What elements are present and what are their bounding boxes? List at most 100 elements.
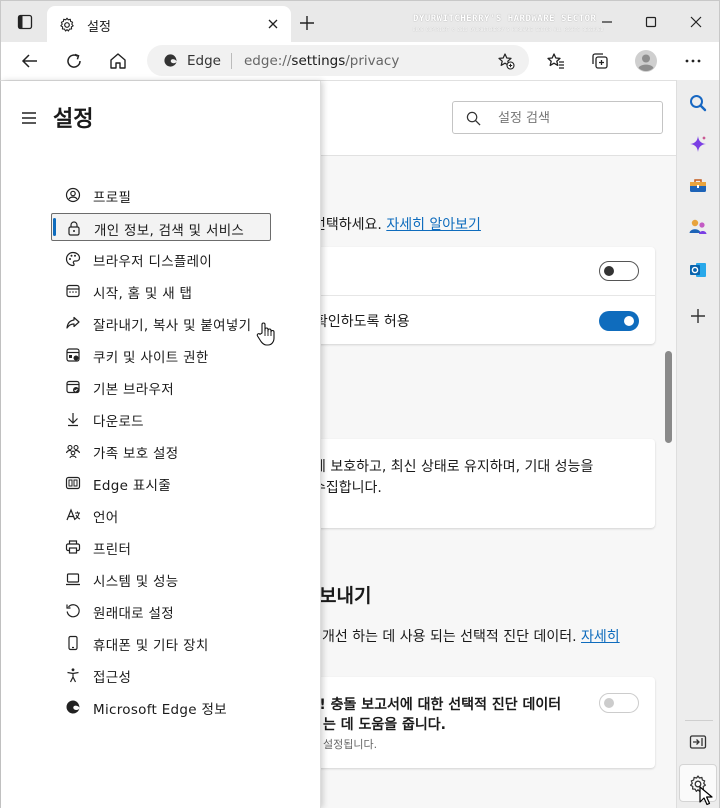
nav-item-label: 언어 [93,510,119,526]
nav-item-7[interactable]: 다운로드 [51,405,271,433]
toolbox-icon[interactable] [688,175,708,195]
nav-item-label: 접근성 [93,670,132,686]
address-separator [231,53,232,69]
url-text: edge://settings/privacy [244,53,400,69]
nav-item-3[interactable]: 시작, 홈 및 새 탭 [51,277,271,305]
maximize-icon[interactable] [642,13,660,31]
favorites-icon[interactable] [546,51,566,71]
title-bar: 설정 DYURWITCHERRY'S HARDWARE SECTOR BLOG … [0,0,720,43]
settings-search-box[interactable] [452,101,663,134]
page-scrollbar[interactable] [665,351,672,443]
discover-sparkle-icon[interactable] [688,134,708,154]
tracking-card: 확인하도록 허용 [301,247,655,344]
nav-item-label: Microsoft Edge 정보 [93,702,227,718]
close-tab-icon[interactable] [265,16,281,32]
sidebar-divider [685,720,713,721]
share-icon [66,316,80,329]
nav-item-13[interactable]: 원래대로 설정 [51,597,271,625]
nav-item-4[interactable]: 잘라내기, 복사 및 붙여넣기 [51,309,271,337]
edge-logo-icon [164,54,177,67]
people-icon[interactable] [688,217,708,237]
search-icon[interactable] [688,93,708,113]
nav-item-label: 개인 정보, 검색 및 서비스 [94,223,245,239]
refresh-icon[interactable] [64,51,84,71]
nav-item-label: 원래대로 설정 [93,606,174,622]
hide-sidebar-icon[interactable] [688,732,708,752]
collections-icon[interactable] [590,51,610,71]
tab-actions-icon[interactable] [17,14,33,30]
card3-toggle[interactable] [599,693,639,713]
minimize-icon[interactable] [598,13,616,31]
settings-search-input[interactable] [498,108,648,128]
nav-item-14[interactable]: 휴대폰 및 기타 장치 [51,629,271,657]
nav-item-label: 잘라내기, 복사 및 붙여넣기 [93,318,252,334]
nav-item-2[interactable]: 브라우저 디스플레이 [51,245,271,273]
laptop-icon [66,573,80,586]
nav-item-9[interactable]: Edge 표시줄 [51,469,271,497]
family-icon [65,444,81,459]
settings-nav-flyout: 설정 프로필개인 정보, 검색 및 서비스브라우저 디스플레이시작, 홈 및 새… [1,81,321,808]
close-window-icon[interactable] [687,13,705,31]
card1-row1-toggle[interactable] [599,261,639,281]
tab-title: 설정 [87,20,111,35]
selected-indicator [53,218,56,236]
card3-line1: !! 충돌 보고서에 대한 선택적 진단 데이터 [313,697,562,713]
optional-diagnostics-card: !! 충돌 보고서에 대한 선택적 진단 데이터 는 데 도움을 줍니다. 설정… [301,677,655,768]
phone-icon [68,635,78,651]
card1-row2-text: 확인하도록 허용 [315,314,410,330]
nav-item-16[interactable]: Microsoft Edge 정보 [51,693,271,721]
hamburger-menu-icon[interactable] [21,111,37,125]
edge-bar-icon [65,476,81,490]
nav-item-6[interactable]: 기본 브라우저 [51,373,271,401]
home-icon[interactable] [108,51,128,71]
nav-item-8[interactable]: 가족 보호 설정 [51,437,271,465]
flyout-title: 설정 [53,107,94,132]
site-label: Edge [187,53,221,69]
palette-icon [65,251,81,267]
hand-cursor-icon [256,322,275,346]
card3-line2: 는 데 도움을 줍니다. [323,717,446,733]
learn-more-link[interactable]: 자세히 알아보기 [386,217,481,233]
back-arrow-icon[interactable] [20,51,40,71]
navigation-toolbar: Edge edge://settings/privacy [0,42,720,80]
nav-item-label: Edge 표시줄 [93,478,171,494]
nav-item-label: 브라우저 디스플레이 [93,254,213,270]
language-icon [66,508,81,521]
nav-item-15[interactable]: 접근성 [51,661,271,689]
avatar[interactable] [634,49,658,73]
nav-item-0[interactable]: 프로필 [51,181,271,209]
tab-settings[interactable]: 설정 [47,6,291,43]
nav-item-10[interactable]: 언어 [51,501,271,529]
home-page-icon [66,284,80,298]
section-heading: 보내기 [319,585,372,607]
watermark-title: DYURWITCHERRY'S HARDWARE SECTOR [413,14,597,24]
nav-item-11[interactable]: 프린터 [51,533,271,561]
nav-item-label: 쿠키 및 사이트 권한 [93,350,209,366]
add-sidebar-app-icon[interactable] [688,306,708,326]
new-tab-icon[interactable] [299,15,315,31]
nav-item-label: 다운로드 [93,414,144,430]
printer-icon [65,540,81,554]
address-bar[interactable]: Edge edge://settings/privacy [147,45,529,76]
search-icon [466,111,481,126]
section-description: 개선 하는 데 사용 되는 선택적 진단 데이터. 자세히 [322,629,620,645]
card1-row2-toggle[interactable] [599,311,639,331]
outlook-icon[interactable] [688,260,708,280]
card-divider [301,295,655,296]
nav-item-label: 휴대폰 및 기타 장치 [93,638,209,654]
edge-sidebar [676,80,720,808]
diagnostic-card: 에 보호하고, 최신 상태로 유지하며, 기대 성능을 수집합니다. [301,439,655,528]
nav-item-1[interactable]: 개인 정보, 검색 및 서비스 [51,213,271,241]
download-icon [68,413,78,427]
nav-item-label: 프로필 [93,190,132,206]
add-favorite-icon[interactable] [497,52,515,70]
section-learn-more-link[interactable]: 자세히 [581,629,620,645]
nav-item-label: 프린터 [93,542,132,558]
nav-item-5[interactable]: 쿠키 및 사이트 권한 [51,341,271,369]
card2-line1: 에 보호하고, 최신 상태로 유지하며, 기대 성능을 [313,459,594,475]
reset-icon [66,604,80,618]
cookie-icon [66,348,80,362]
more-options-icon[interactable] [683,51,703,71]
gear-icon [60,17,74,32]
nav-item-12[interactable]: 시스템 및 성능 [51,565,271,593]
